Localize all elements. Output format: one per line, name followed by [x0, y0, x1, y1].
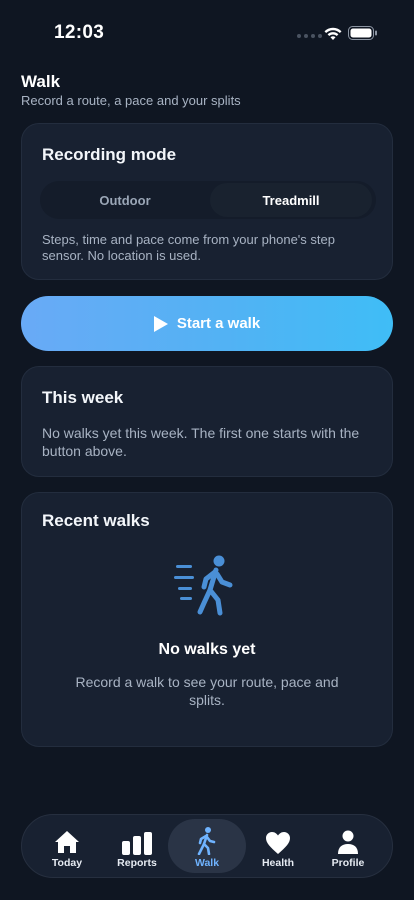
- recording-mode-title: Recording mode: [42, 145, 177, 164]
- tab-bar: Today Reports Walk Health Profile: [21, 814, 393, 878]
- walking-person-icon: [174, 555, 233, 616]
- bar-chart-icon: [122, 832, 152, 855]
- cellular-signal-icon: [297, 34, 322, 38]
- tab-profile[interactable]: Profile: [312, 819, 384, 873]
- recording-mode-segmented-control: Outdoor Treadmill: [40, 181, 376, 219]
- recording-mode-description: Steps, time and pace come from your phon…: [42, 232, 335, 263]
- tab-reports[interactable]: Reports: [101, 819, 173, 873]
- walk-icon: [197, 827, 216, 855]
- start-walk-button[interactable]: Start a walk: [21, 296, 393, 351]
- tab-profile-label: Profile: [331, 857, 365, 869]
- segment-outdoor[interactable]: Outdoor: [44, 183, 206, 217]
- status-time: 12:03: [54, 22, 105, 43]
- recent-walks-title: Recent walks: [42, 511, 150, 530]
- empty-state-description: Record a walk to see your route, pace an…: [75, 674, 339, 708]
- page-title: Walk: [21, 72, 61, 91]
- tab-health[interactable]: Health: [242, 819, 314, 873]
- play-icon: [153, 315, 168, 332]
- this-week-card: This week No walks yet this week. The fi…: [21, 366, 393, 477]
- page-subtitle: Record a route, a pace and your splits: [21, 93, 241, 108]
- tab-walk-label: Walk: [194, 857, 220, 869]
- recent-walks-card: Recent walks No walks yet Record a walk …: [21, 492, 393, 747]
- recording-mode-card: Recording mode Outdoor Treadmill Steps, …: [21, 123, 393, 280]
- wifi-icon: [324, 27, 342, 40]
- empty-state-title: No walks yet: [158, 641, 256, 658]
- person-icon: [338, 830, 358, 854]
- tab-health-label: Health: [261, 857, 295, 869]
- home-icon: [55, 831, 79, 853]
- tab-today[interactable]: Today: [31, 819, 103, 873]
- heart-icon: [266, 832, 290, 854]
- tab-today-label: Today: [51, 857, 83, 869]
- battery-icon: [348, 26, 377, 40]
- tab-reports-label: Reports: [117, 857, 157, 869]
- status-bar: 12:03: [0, 0, 414, 64]
- start-walk-label: Start a walk: [176, 315, 261, 332]
- tab-walk[interactable]: Walk: [168, 819, 246, 873]
- this-week-text: No walks yet this week. The first one st…: [42, 425, 360, 459]
- this-week-title: This week: [42, 388, 124, 407]
- segment-treadmill[interactable]: Treadmill: [210, 183, 372, 217]
